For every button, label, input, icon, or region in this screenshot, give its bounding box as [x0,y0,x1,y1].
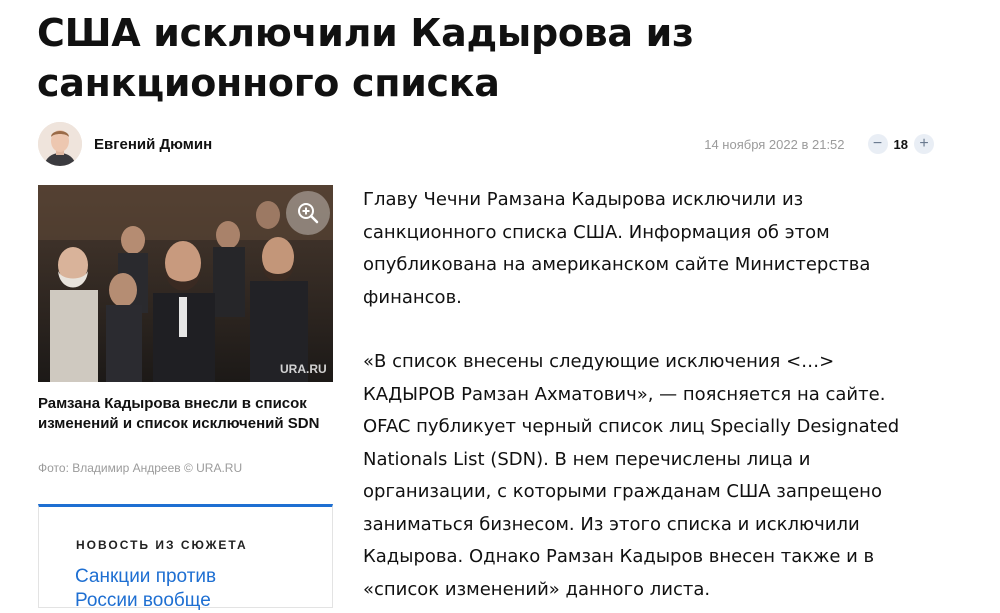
rating-counter: − 18 + [867,134,934,154]
author-name[interactable]: Евгений Дюмин [94,136,212,153]
author-portrait-icon [38,122,82,166]
story-block: НОВОСТЬ ИЗ СЮЖЕТА Санкции против России … [38,504,333,611]
publish-date: 14 ноября 2022 в 21:52 [704,136,845,152]
zoom-button[interactable] [286,191,330,235]
photo-watermark: URA.RU [280,362,327,376]
article-body: Главу Чечни Рамзана Кадырова исключили и… [363,184,923,606]
story-link[interactable]: Санкции против России вообще [75,565,275,613]
author-block[interactable]: Евгений Дюмин [38,122,212,166]
photo-caption: Рамзана Кадырова внесли в список изменен… [38,395,320,432]
body-paragraph: Главу Чечни Рамзана Кадырова исключили и… [363,189,871,308]
article-title: США исключили Кадырова из санкционного с… [37,11,694,105]
body-paragraph: «В список внесены следующие исключения <… [363,351,900,600]
article-meta: 14 ноября 2022 в 21:52 − 18 + [704,134,934,154]
story-label: НОВОСТЬ ИЗ СЮЖЕТА [76,538,248,552]
rating-count: 18 [893,136,908,152]
minus-button[interactable]: − [867,134,888,154]
plus-button[interactable]: + [914,134,934,154]
zoom-in-icon [298,203,319,224]
author-avatar[interactable] [38,122,82,166]
photo-credit: Фото: Владимир Андреев © URA.RU [38,461,243,475]
